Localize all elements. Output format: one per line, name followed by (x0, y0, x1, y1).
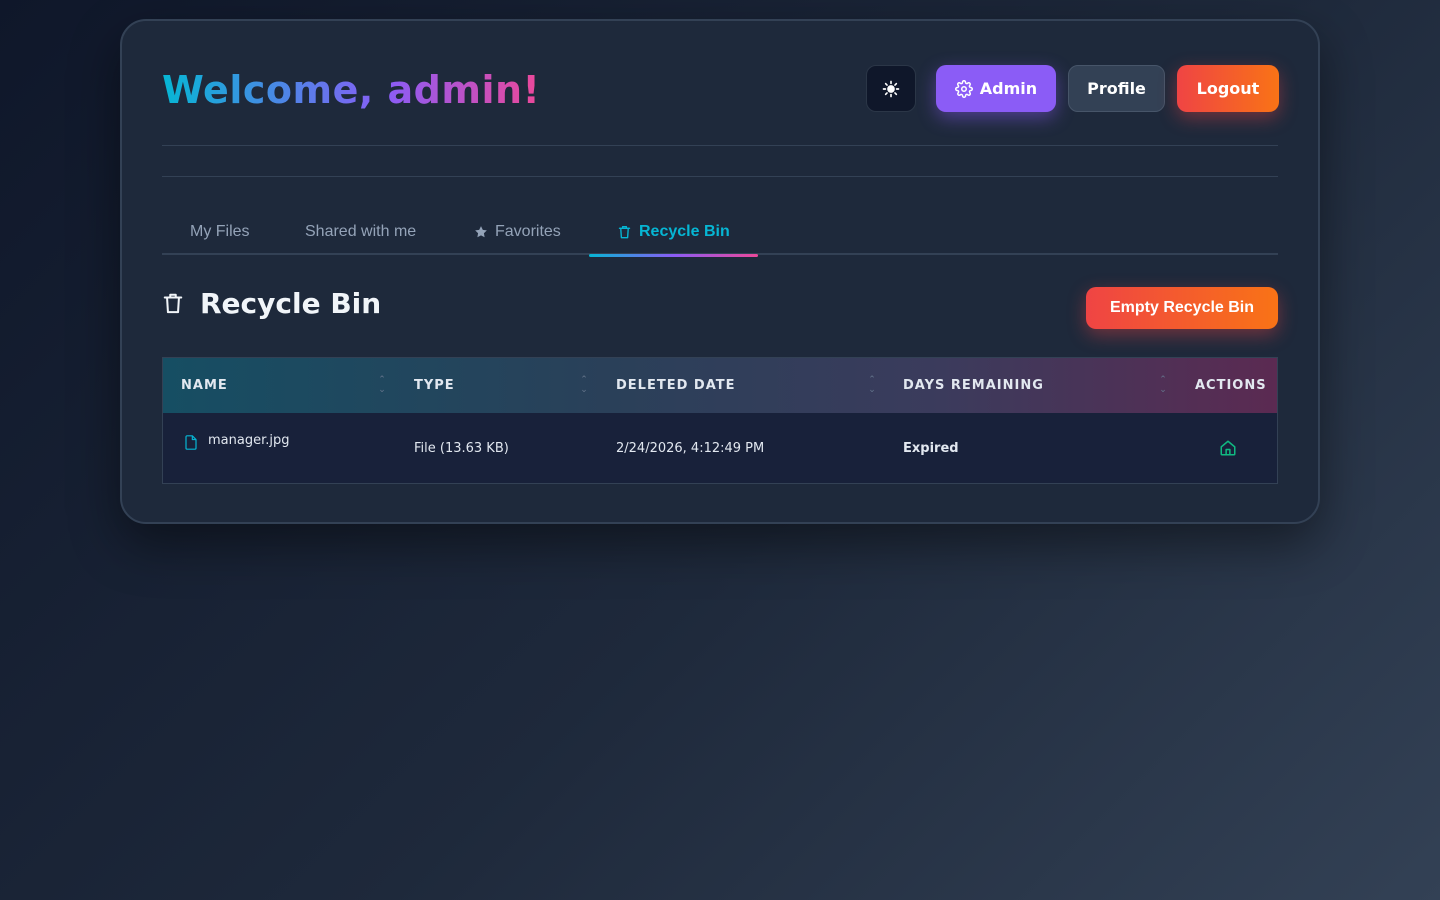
cell-deleted-date: 2/24/2026, 4:12:49 PM (616, 440, 765, 456)
column-header-deleted-date[interactable]: DELETED DATE (616, 358, 736, 413)
section-title: Recycle Bin (162, 283, 381, 323)
empty-recycle-bin-button[interactable]: Empty Recycle Bin (1086, 287, 1278, 329)
restore-icon (1220, 440, 1236, 456)
tab-favorites[interactable]: Favorites (474, 209, 561, 255)
dashboard-card: Welcome, admin! Admin Profile Logout My … (120, 19, 1320, 524)
tab-label: Favorites (495, 223, 561, 240)
tab-label: Recycle Bin (639, 223, 730, 240)
column-header-name[interactable]: NAME (181, 358, 228, 413)
tab-label: My Files (190, 223, 250, 240)
sort-icon[interactable]: ⌃ ⌄ (867, 375, 877, 397)
cell-name: manager.jpg (183, 413, 290, 483)
section-title-text: Recycle Bin (200, 286, 382, 320)
star-icon (475, 226, 487, 238)
file-icon (185, 435, 197, 450)
logout-button[interactable]: Logout (1177, 65, 1279, 112)
header: Welcome, admin! Admin Profile Logout (162, 65, 1279, 115)
cell-days-remaining: Expired (903, 440, 959, 456)
sun-icon (882, 80, 900, 97)
tab-label: Shared with me (305, 223, 417, 240)
tab-my-files[interactable]: My Files (190, 209, 250, 255)
welcome-heading: Welcome, admin! (162, 65, 540, 115)
column-header-type[interactable]: TYPE (414, 358, 455, 413)
cell-type: File (13.63 KB) (414, 440, 509, 456)
sort-icon[interactable]: ⌃ ⌄ (579, 375, 589, 397)
tab-bar: My Files Shared with me Favorites Recycl… (162, 209, 1278, 257)
column-header-actions: ACTIONS (1195, 378, 1267, 393)
trash-icon (618, 226, 631, 239)
theme-toggle-button[interactable] (866, 65, 916, 112)
table-header: NAME ⌃ ⌄ TYPE ⌃ ⌄ DELETED DATE ⌃ ⌄ DAYS REM… (163, 358, 1277, 413)
cell-actions (1219, 413, 1237, 483)
column-header-days-remaining[interactable]: DAYS REMAINING (903, 358, 1044, 413)
profile-button[interactable]: Profile (1068, 65, 1165, 112)
recycle-bin-table: NAME ⌃ ⌄ TYPE ⌃ ⌄ DELETED DATE ⌃ ⌄ DAYS REM… (162, 357, 1278, 484)
admin-button-label: Admin (979, 79, 1038, 98)
admin-button[interactable]: Admin (936, 65, 1056, 112)
restore-button[interactable] (1219, 439, 1237, 457)
section-divider (162, 176, 1278, 177)
header-divider (162, 145, 1278, 146)
trash-icon (163, 293, 183, 314)
file-name: manager.jpg (208, 433, 290, 448)
sort-icon[interactable]: ⌃ ⌄ (1158, 375, 1168, 397)
table-row: manager.jpg File (13.63 KB) 2/24/2026, 4… (163, 413, 1277, 483)
tab-shared-with-me[interactable]: Shared with me (305, 209, 416, 255)
gear-icon (954, 79, 973, 98)
tab-recycle-bin[interactable]: Recycle Bin (589, 209, 758, 257)
sort-icon[interactable]: ⌃ ⌄ (377, 375, 387, 397)
